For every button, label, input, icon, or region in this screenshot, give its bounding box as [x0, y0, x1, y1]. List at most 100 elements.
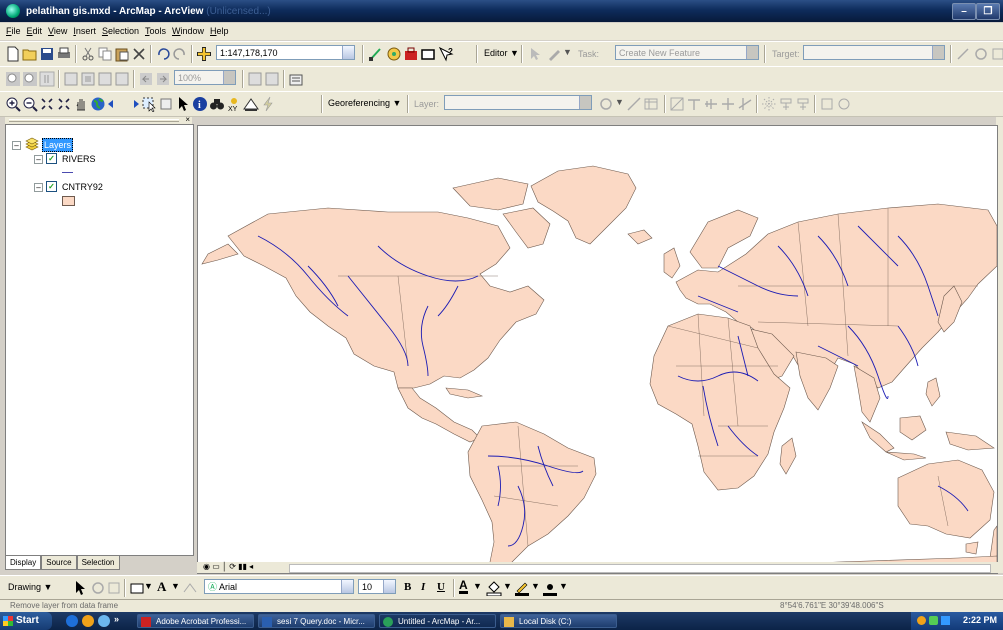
delete-icon[interactable]: [131, 46, 147, 62]
italic-button[interactable]: I: [421, 581, 425, 593]
rivers-line-symbol[interactable]: [62, 172, 73, 173]
chevron-down-icon[interactable]: [746, 46, 758, 59]
georeference-layer-dropdown[interactable]: [444, 95, 592, 110]
reshape-edge-icon[interactable]: [737, 96, 753, 112]
arcgis-quicklaunch-icon[interactable]: [98, 615, 110, 627]
map-scale-combobox[interactable]: 1:147,178,170: [216, 45, 355, 60]
print-icon[interactable]: [56, 46, 72, 62]
marker-color-icon[interactable]: [542, 580, 558, 596]
edit-vertices-icon[interactable]: [182, 580, 198, 596]
change-layout-icon[interactable]: [288, 71, 304, 87]
shared-features-icon[interactable]: [720, 96, 736, 112]
add-control-points-icon[interactable]: [626, 96, 642, 112]
topology-edit-icon[interactable]: [669, 96, 685, 112]
edit-tool-icon[interactable]: [527, 46, 543, 62]
fill-color-dropdown[interactable]: ▼: [503, 581, 512, 591]
attributes-icon[interactable]: [991, 46, 1003, 62]
line-color-dropdown[interactable]: ▼: [531, 581, 540, 591]
layer-name-cntry92[interactable]: CNTRY92: [62, 182, 103, 192]
chevron-down-icon[interactable]: [341, 580, 353, 593]
drawing-menu[interactable]: Drawing ▼: [8, 582, 52, 592]
rotate-icon[interactable]: [598, 96, 614, 112]
menu-insert[interactable]: Insert: [70, 23, 99, 40]
taskbar-acrobat[interactable]: Adobe Acrobat Professi...: [137, 614, 254, 628]
arctoolbox-icon[interactable]: [403, 46, 419, 62]
collapse-rivers-icon[interactable]: –: [34, 155, 43, 164]
view-mode-buttons[interactable]: ◉ ▭ │ ⟳ ▮▮ ◂: [203, 562, 253, 571]
start-button[interactable]: Start: [0, 612, 52, 630]
clock[interactable]: 2:22 PM: [963, 615, 997, 625]
save-icon[interactable]: [39, 46, 55, 62]
toggle-draft-mode-icon[interactable]: [247, 71, 263, 87]
validate-topology-icon[interactable]: [761, 96, 777, 112]
hyperlink-lightning-icon[interactable]: [260, 96, 276, 112]
chevron-down-icon[interactable]: [342, 46, 354, 59]
paste-icon[interactable]: [114, 46, 130, 62]
text-dropdown[interactable]: ▼: [171, 581, 180, 591]
layout-pan-icon[interactable]: [39, 71, 55, 87]
chevron-down-icon[interactable]: [932, 46, 944, 59]
collapse-layers-icon[interactable]: –: [12, 141, 21, 150]
cut-icon[interactable]: [80, 46, 96, 62]
menu-view[interactable]: View: [45, 23, 70, 40]
rotate-dropdown[interactable]: ▼: [615, 97, 624, 107]
editor-toolbar-icon[interactable]: [368, 46, 384, 62]
quicklaunch-overflow-icon[interactable]: »: [114, 614, 119, 624]
go-forward-extent-icon[interactable]: [155, 71, 171, 87]
fixed-zoom-out-icon[interactable]: [114, 71, 130, 87]
error-inspector-icon[interactable]: [819, 96, 835, 112]
add-data-icon[interactable]: [196, 46, 212, 62]
menu-selection[interactable]: Selection: [99, 23, 142, 40]
font-color-dropdown[interactable]: ▼: [473, 581, 482, 591]
validate-selection-icon[interactable]: [795, 96, 811, 112]
whats-this-help-icon[interactable]: ?: [438, 46, 454, 62]
rectangle-icon[interactable]: [129, 580, 145, 596]
menu-edit[interactable]: Edit: [24, 23, 46, 40]
select-elements-icon[interactable]: [72, 580, 88, 596]
world-map[interactable]: [198, 126, 998, 574]
sketch-tool-dropdown[interactable]: ▼: [563, 47, 572, 57]
tab-display[interactable]: Display: [5, 556, 42, 570]
redo-icon[interactable]: [172, 46, 188, 62]
zoom-percent-combobox[interactable]: 100%: [174, 70, 236, 85]
view-link-table-icon[interactable]: [643, 96, 659, 112]
toc-grip[interactable]: [9, 119, 179, 122]
undo-icon[interactable]: [155, 46, 171, 62]
fill-color-bucket-icon[interactable]: [486, 580, 502, 596]
cntry92-visibility-checkbox[interactable]: ✓: [46, 181, 57, 192]
menu-file[interactable]: File: [3, 23, 24, 40]
taskbar-word-doc[interactable]: sesi 7 Query.doc - Micr...: [258, 614, 375, 628]
taskbar-arcmap[interactable]: Untitled - ArcMap - Ar...: [379, 614, 496, 628]
close-icon[interactable]: ×: [185, 115, 190, 124]
underline-button[interactable]: U: [437, 581, 445, 593]
menu-help[interactable]: Help: [207, 23, 232, 40]
zoom-to-100-icon[interactable]: [80, 71, 96, 87]
tray-network-icon[interactable]: [929, 616, 938, 625]
marker-color-dropdown[interactable]: ▼: [559, 581, 568, 591]
select-features-icon[interactable]: [141, 96, 157, 112]
identify-icon[interactable]: i: [192, 96, 208, 112]
fixed-zoom-in-icon[interactable]: [39, 96, 55, 112]
full-extent-globe-icon[interactable]: [90, 96, 106, 112]
chevron-down-icon[interactable]: [223, 71, 235, 84]
fix-topology-error-icon[interactable]: [836, 96, 852, 112]
font-size-combobox[interactable]: 10: [358, 579, 396, 594]
fixed-zoom-in-icon[interactable]: [97, 71, 113, 87]
measure-icon[interactable]: [243, 96, 259, 112]
layer-name-rivers[interactable]: RIVERS: [62, 154, 96, 164]
new-text-icon[interactable]: A: [157, 579, 166, 595]
zoom-whole-page-icon[interactable]: [63, 71, 79, 87]
menu-window[interactable]: Window: [169, 23, 207, 40]
font-name-combobox[interactable]: Ⓐ Arial: [204, 579, 354, 594]
chevron-down-icon[interactable]: [383, 580, 395, 593]
fixed-zoom-out-icon[interactable]: [56, 96, 72, 112]
taskbar-local-disk[interactable]: Local Disk (C:): [500, 614, 617, 628]
align-edge-icon[interactable]: [703, 96, 719, 112]
rivers-visibility-checkbox[interactable]: ✓: [46, 153, 57, 164]
editor-menu[interactable]: Editor ▼: [484, 48, 519, 58]
copy-icon[interactable]: [97, 46, 113, 62]
go-back-arrow-icon[interactable]: [107, 96, 123, 112]
restore-button[interactable]: ❐: [976, 3, 1000, 20]
tab-source[interactable]: Source: [41, 556, 77, 570]
map-display[interactable]: [197, 125, 998, 574]
